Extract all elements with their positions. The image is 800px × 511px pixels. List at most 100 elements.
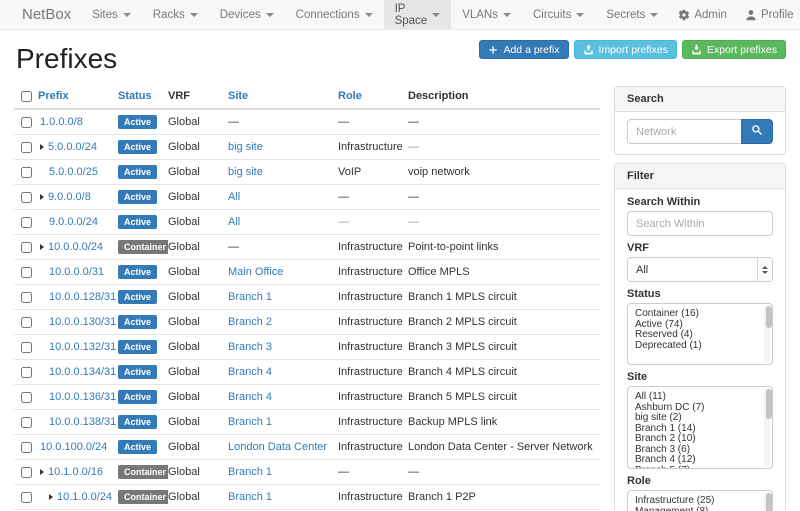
status-option[interactable]: Deprecated (1) xyxy=(635,341,758,352)
row-select-checkbox[interactable] xyxy=(21,117,32,128)
status-option[interactable]: Container (16) xyxy=(635,309,758,320)
prefix-link[interactable]: 10.0.0.130/31 xyxy=(49,316,116,328)
site-listbox[interactable]: All (11)Ashburn DC (7)big site (2)Branch… xyxy=(627,386,773,469)
search-within-input[interactable] xyxy=(627,211,773,236)
search-input[interactable] xyxy=(627,119,741,144)
select-all-checkbox[interactable] xyxy=(21,91,32,102)
nav-item-racks[interactable]: Racks xyxy=(142,0,209,29)
row-select-checkbox[interactable] xyxy=(21,142,32,153)
status-option[interactable]: Reserved (4) xyxy=(635,330,758,341)
prefix-link[interactable]: 10.0.0.128/31 xyxy=(49,291,116,303)
column-header-prefix[interactable]: Prefix xyxy=(38,86,118,109)
prefix-list-section: PrefixStatusVRFSiteRoleDescription 1.0.0… xyxy=(14,86,600,511)
nav-item-connections[interactable]: Connections xyxy=(285,0,384,29)
site-link[interactable]: big site xyxy=(228,141,263,153)
vrf-value: Global xyxy=(168,210,228,235)
prefix-link[interactable]: 10.0.0.0/24 xyxy=(48,241,103,253)
sidebar: Search Filter Search Within xyxy=(614,86,786,511)
row-select-checkbox[interactable] xyxy=(21,467,32,478)
description-value: Branch 2 MPLS circuit xyxy=(408,310,600,335)
nav-item-profile[interactable]: Profile xyxy=(736,0,800,29)
prefix-link[interactable]: 1.0.0.0/8 xyxy=(40,116,83,128)
column-header-role[interactable]: Role xyxy=(338,86,408,109)
nav-item-ip-space[interactable]: IP Space xyxy=(384,0,452,29)
row-select-checkbox[interactable] xyxy=(21,267,32,278)
scrollbar-thumb[interactable] xyxy=(766,493,772,511)
nav-item-circuits[interactable]: Circuits xyxy=(522,0,595,29)
status-badge: Active xyxy=(118,365,157,379)
scrollbar-thumb[interactable] xyxy=(766,389,772,419)
site-link[interactable]: Branch 1 xyxy=(228,291,272,303)
site-link[interactable]: All xyxy=(228,216,240,228)
site-link[interactable]: Branch 2 xyxy=(228,316,272,328)
row-select-checkbox[interactable] xyxy=(21,292,32,303)
prefix-link[interactable]: 10.1.0.0/24 xyxy=(57,491,112,503)
status-listbox[interactable]: Container (16)Active (74)Reserved (4)Dep… xyxy=(627,303,773,365)
site-link[interactable]: Branch 1 xyxy=(228,466,272,478)
site-option[interactable]: Branch 4 (12) xyxy=(635,455,758,466)
table-header-row: PrefixStatusVRFSiteRoleDescription xyxy=(14,86,600,109)
row-select-checkbox[interactable] xyxy=(21,367,32,378)
row-select-checkbox[interactable] xyxy=(21,442,32,453)
prefix-link[interactable]: 9.0.0.0/8 xyxy=(48,191,91,203)
prefix-link[interactable]: 10.0.0.132/31 xyxy=(49,341,116,353)
site-link[interactable]: Branch 4 xyxy=(228,391,272,403)
row-select-checkbox[interactable] xyxy=(21,317,32,328)
site-link[interactable]: London Data Center xyxy=(228,441,327,453)
expand-arrow-icon xyxy=(40,469,44,475)
site-option[interactable]: Branch 5 (7) xyxy=(635,466,758,470)
prefix-link[interactable]: 10.0.0.138/31 xyxy=(49,416,116,428)
prefix-link[interactable]: 10.0.0.134/31 xyxy=(49,366,116,378)
row-select-checkbox[interactable] xyxy=(21,492,32,503)
role-option[interactable]: Infrastructure (25) xyxy=(635,496,758,507)
row-select-checkbox[interactable] xyxy=(21,167,32,178)
netbox-brand[interactable]: NetBox xyxy=(16,0,81,29)
prefix-link[interactable]: 10.0.100.0/24 xyxy=(40,441,107,453)
table-row: 10.0.0.132/31ActiveGlobalBranch 3Infrast… xyxy=(14,335,600,360)
search-button[interactable] xyxy=(741,119,773,144)
column-header-status[interactable]: Status xyxy=(118,86,168,109)
site-link[interactable]: All xyxy=(228,191,240,203)
role-value: Infrastructure xyxy=(338,260,408,285)
vrf-value: Global xyxy=(168,285,228,310)
prefix-link[interactable]: 5.0.0.0/24 xyxy=(48,141,97,153)
site-link[interactable]: Branch 1 xyxy=(228,491,272,503)
status-badge: Active xyxy=(118,265,157,279)
prefix-link[interactable]: 9.0.0.0/24 xyxy=(49,216,98,228)
column-header-site[interactable]: Site xyxy=(228,86,338,109)
export-prefixes-button[interactable]: Export prefixes xyxy=(682,40,786,59)
import-prefixes-button[interactable]: Import prefixes xyxy=(574,40,677,59)
site-option[interactable]: big site (2) xyxy=(635,413,758,424)
nav-item-secrets[interactable]: Secrets xyxy=(595,0,669,29)
site-link[interactable]: Branch 1 xyxy=(228,416,272,428)
nav-item-sites[interactable]: Sites xyxy=(81,0,142,29)
site-link[interactable]: Main Office xyxy=(228,266,283,278)
nav-item-admin[interactable]: Admin xyxy=(669,0,736,29)
row-select-checkbox[interactable] xyxy=(21,242,32,253)
row-select-checkbox[interactable] xyxy=(21,217,32,228)
site-link[interactable]: Branch 4 xyxy=(228,366,272,378)
prefix-link[interactable]: 10.0.0.136/31 xyxy=(49,391,116,403)
site-link[interactable]: big site xyxy=(228,166,263,178)
nav-item-devices[interactable]: Devices xyxy=(209,0,285,29)
prefix-link[interactable]: 10.1.0.0/16 xyxy=(48,466,103,478)
role-option[interactable]: Management (8) xyxy=(635,507,758,511)
prefix-link[interactable]: 5.0.0.0/25 xyxy=(49,166,98,178)
site-link[interactable]: Branch 3 xyxy=(228,341,272,353)
main-menu: Sites Racks DevicesConnectionsIP SpaceVLAN… xyxy=(81,0,669,29)
empty-value: — xyxy=(408,210,600,235)
nav-item-vlans[interactable]: VLANs xyxy=(451,0,522,29)
site-option[interactable]: All (11) xyxy=(635,392,758,403)
add-a-prefix-button[interactable]: Add a prefix xyxy=(479,40,568,59)
row-select-checkbox[interactable] xyxy=(21,417,32,428)
prefix-link[interactable]: 10.0.0.0/31 xyxy=(49,266,104,278)
vrf-select[interactable]: All xyxy=(627,257,773,282)
site-option[interactable]: Branch 2 (10) xyxy=(635,434,758,445)
row-select-checkbox[interactable] xyxy=(21,192,32,203)
row-select-checkbox[interactable] xyxy=(21,392,32,403)
row-select-checkbox[interactable] xyxy=(21,342,32,353)
scrollbar-thumb[interactable] xyxy=(766,306,772,328)
filter-panel-title: Filter xyxy=(615,164,785,189)
role-listbox[interactable]: Infrastructure (25)Management (8)Private… xyxy=(627,490,773,511)
nav-item-label: Racks xyxy=(153,9,185,21)
